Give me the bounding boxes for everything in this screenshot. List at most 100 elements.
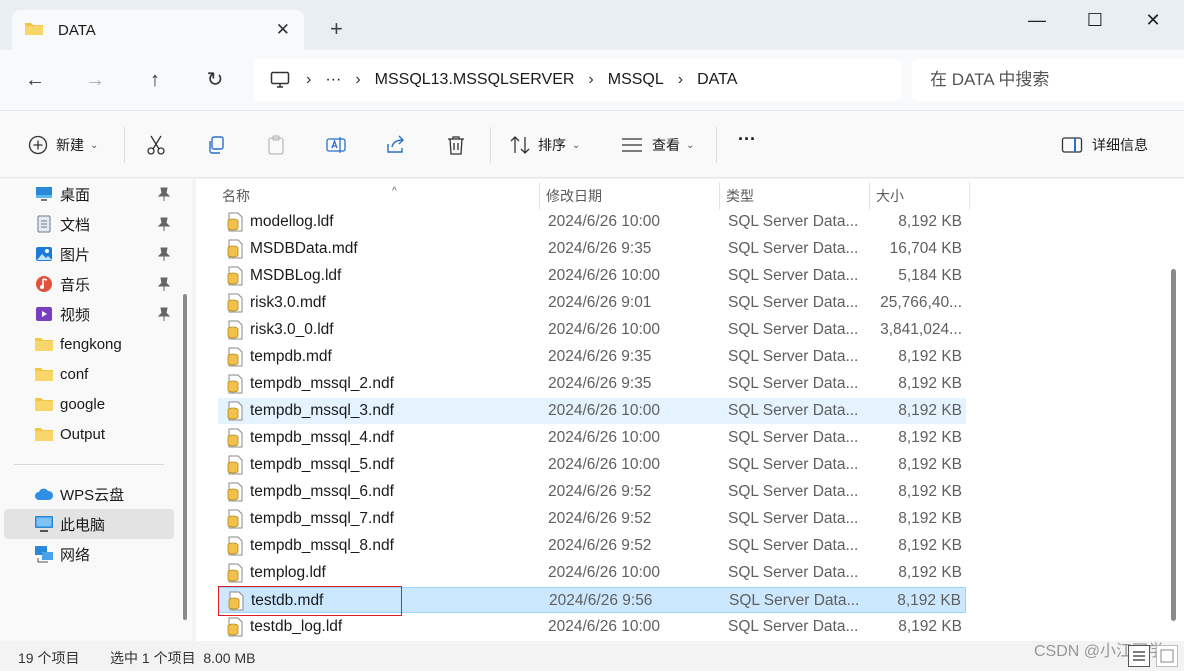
file-name: tempdb_mssql_4.ndf — [250, 429, 394, 446]
new-tab-button[interactable]: + — [330, 18, 343, 40]
chevron-right-icon[interactable]: › — [678, 71, 683, 89]
file-row[interactable]: templog.ldf 2024/6/26 10:00 SQL Server Dat… — [218, 560, 966, 586]
chevron-right-icon[interactable]: › — [588, 71, 593, 89]
address-bar[interactable]: › ··· › MSSQL13.MSSQLSERVER › MSSQL › DA… — [254, 59, 902, 101]
sidebar-item-this-pc[interactable]: 此电脑 — [4, 509, 174, 539]
file-list-scrollbar[interactable] — [1171, 269, 1176, 621]
sidebar-scrollbar[interactable] — [183, 294, 187, 620]
sidebar-item-music[interactable]: 音乐 — [4, 269, 174, 299]
more-options-button[interactable]: ··· — [738, 129, 756, 150]
file-name: tempdb_mssql_5.ndf — [250, 456, 394, 473]
breadcrumb-mssql13[interactable]: MSSQL13.MSSQLSERVER — [375, 71, 575, 89]
pin-icon[interactable] — [157, 217, 171, 235]
pin-icon[interactable] — [157, 187, 171, 205]
tab-data[interactable]: DATA ✕ — [12, 10, 304, 50]
folder-icon — [34, 395, 54, 413]
share-button[interactable] — [384, 133, 408, 157]
sidebar-item-wps-cloud[interactable]: WPS云盘 — [4, 479, 174, 509]
breadcrumb-data[interactable]: DATA — [697, 71, 737, 89]
file-row[interactable]: tempdb_mssql_2.ndf 2024/6/26 9:35 SQL Serv… — [218, 371, 966, 397]
database-file-icon — [226, 239, 244, 259]
file-date: 2024/6/26 10:00 — [548, 267, 661, 284]
chevron-down-icon: ⌄ — [90, 139, 99, 151]
breadcrumb-overflow[interactable]: ··· — [325, 71, 341, 89]
database-file-icon — [226, 455, 244, 475]
cut-button[interactable] — [144, 133, 168, 157]
file-row[interactable]: testdb_log.ldf 2024/6/26 10:00 SQL Server … — [218, 614, 966, 640]
file-size: 8,192 KB — [898, 510, 962, 527]
file-date: 2024/6/26 10:00 — [548, 564, 661, 581]
file-row[interactable]: modellog.ldf 2024/6/26 10:00 SQL Server Da… — [218, 209, 966, 235]
sidebar-item-desktop[interactable]: 桌面 — [4, 179, 174, 209]
file-type: SQL Server Data... — [728, 240, 859, 257]
breadcrumb-mssql[interactable]: MSSQL — [608, 71, 664, 89]
pin-icon[interactable] — [157, 277, 171, 295]
file-row[interactable]: risk3.0_0.ldf 2024/6/26 10:00 SQL Server D… — [218, 317, 966, 343]
chevron-right-icon[interactable]: › — [306, 71, 311, 89]
minimize-button[interactable]: — — [1022, 10, 1052, 31]
chevron-right-icon[interactable]: › — [355, 71, 360, 89]
database-file-icon — [226, 293, 244, 313]
file-row[interactable]: tempdb_mssql_3.ndf 2024/6/26 10:00 SQL Ser… — [218, 398, 966, 424]
column-header-size[interactable]: 大小 — [870, 182, 970, 210]
forward-arrow-icon[interactable]: → — [80, 65, 110, 95]
file-row[interactable]: tempdb.mdf 2024/6/26 9:35 SQL Server Data.… — [218, 344, 966, 370]
tab-close-button[interactable]: ✕ — [276, 20, 290, 40]
trash-icon — [444, 133, 468, 157]
file-name-cell: tempdb_mssql_7.ndf — [226, 506, 394, 532]
rename-button[interactable] — [324, 133, 348, 157]
details-pane-button[interactable]: 详细信息 — [1060, 133, 1148, 157]
file-row[interactable]: tempdb_mssql_6.ndf 2024/6/26 9:52 SQL Serv… — [218, 479, 966, 505]
toolbar-divider — [490, 127, 491, 163]
view-button[interactable]: 查看 ⌄ — [620, 133, 694, 157]
file-type: SQL Server Data... — [728, 267, 859, 284]
file-row[interactable]: tempdb_mssql_5.ndf 2024/6/26 10:00 SQL Ser… — [218, 452, 966, 478]
file-row[interactable]: tempdb_mssql_4.ndf 2024/6/26 10:00 SQL Ser… — [218, 425, 966, 451]
column-header-date[interactable]: 修改日期 — [540, 182, 720, 210]
up-arrow-icon[interactable]: ↑ — [140, 65, 170, 95]
paste-button[interactable] — [264, 133, 288, 157]
file-size: 16,704 KB — [889, 240, 962, 257]
pin-icon[interactable] — [157, 247, 171, 265]
column-header-name[interactable]: 名称 ^ — [216, 182, 540, 210]
sidebar-item-documents[interactable]: 文档 — [4, 209, 174, 239]
file-name-cell: tempdb_mssql_6.ndf — [226, 479, 394, 505]
sidebar-item-conf[interactable]: conf — [4, 359, 174, 389]
sidebar-item-network[interactable]: 网络 — [4, 539, 174, 569]
new-button[interactable]: 新建 ⌄ — [26, 133, 98, 157]
tab-title: DATA — [58, 21, 96, 39]
sidebar-item-fengkong[interactable]: fengkong — [4, 329, 174, 359]
close-window-button[interactable]: ✕ — [1138, 10, 1168, 31]
file-date: 2024/6/26 9:52 — [548, 510, 652, 527]
file-row[interactable]: MSDBLog.ldf 2024/6/26 10:00 SQL Server Dat… — [218, 263, 966, 289]
sidebar-item-google[interactable]: google — [4, 389, 174, 419]
file-name: tempdb_mssql_8.ndf — [250, 537, 394, 554]
database-file-icon — [226, 536, 244, 556]
file-row[interactable]: tempdb_mssql_7.ndf 2024/6/26 9:52 SQL Serv… — [218, 506, 966, 532]
copy-icon — [204, 133, 228, 157]
sidebar-item-label: 图片 — [60, 246, 91, 264]
file-date: 2024/6/26 9:56 — [549, 592, 653, 609]
sidebar-item-videos[interactable]: 视频 — [4, 299, 174, 329]
tiles-view-toggle[interactable] — [1156, 645, 1178, 667]
item-count: 19 个项目 — [18, 650, 80, 666]
file-row[interactable]: risk3.0.mdf 2024/6/26 9:01 SQL Server Data… — [218, 290, 966, 316]
rename-icon — [324, 133, 348, 157]
search-input[interactable]: 在 DATA 中搜索 — [912, 59, 1184, 101]
sort-button[interactable]: 排序 ⌄ — [508, 133, 580, 157]
file-row[interactable]: MSDBData.mdf 2024/6/26 9:35 SQL Server Dat… — [218, 236, 966, 262]
pin-icon[interactable] — [157, 307, 171, 325]
copy-button[interactable] — [204, 133, 228, 157]
sidebar-item-output[interactable]: Output — [4, 419, 174, 449]
back-arrow-icon[interactable]: ← — [20, 65, 50, 95]
sidebar-item-pictures[interactable]: 图片 — [4, 239, 174, 269]
details-view-toggle[interactable] — [1128, 645, 1150, 667]
file-row[interactable]: tempdb_mssql_8.ndf 2024/6/26 9:52 SQL Serv… — [218, 533, 966, 559]
maximize-button[interactable]: ☐ — [1080, 10, 1110, 31]
file-date: 2024/6/26 10:00 — [548, 618, 661, 635]
column-header-type[interactable]: 类型 — [720, 182, 870, 210]
file-name: tempdb_mssql_7.ndf — [250, 510, 394, 527]
monitor-icon[interactable] — [268, 71, 292, 89]
delete-button[interactable] — [444, 133, 468, 157]
refresh-icon[interactable]: ↻ — [200, 65, 230, 95]
